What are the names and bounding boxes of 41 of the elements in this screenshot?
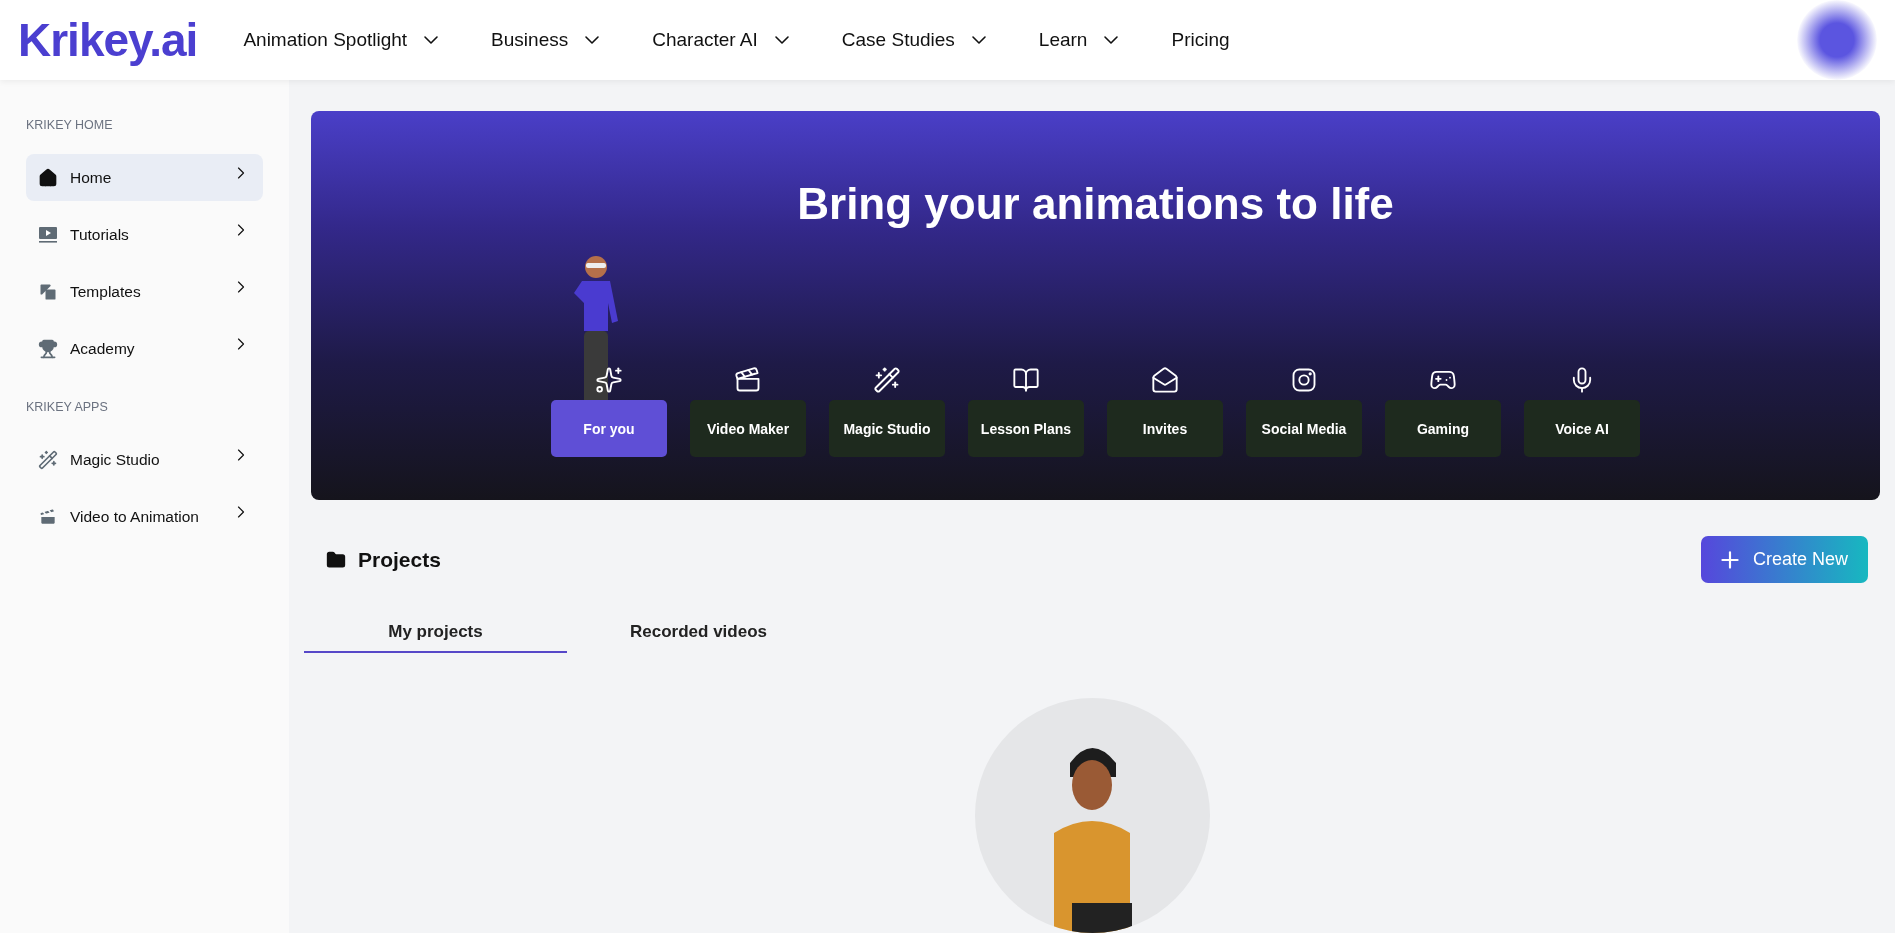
magic-wand-icon: [38, 449, 58, 470]
banner-title: Bring your animations to life: [797, 179, 1394, 229]
nav-link[interactable]: Learn: [1038, 28, 1124, 52]
clapperboard-icon: [734, 366, 762, 394]
copy-icon: [38, 281, 58, 302]
category-button[interactable]: Magic Studio: [829, 400, 945, 457]
section-title: Projects: [358, 547, 441, 572]
envelope-icon: [1151, 366, 1179, 394]
sidebar-item[interactable]: Home: [26, 154, 263, 201]
nav-link[interactable]: Pricing: [1171, 29, 1230, 51]
tab[interactable]: My projects: [304, 613, 567, 653]
sidebar-item[interactable]: Templates: [26, 268, 263, 315]
nav-link[interactable]: Character AI: [652, 28, 794, 52]
nav-link[interactable]: Business: [491, 28, 605, 52]
sidebar-item[interactable]: Magic Studio: [26, 436, 263, 483]
category-button[interactable]: Lesson Plans: [968, 400, 1084, 457]
section-heading: KRIKEY HOME: [26, 118, 114, 132]
sidebar-item[interactable]: Tutorials: [26, 211, 263, 258]
category-button[interactable]: Invites: [1107, 400, 1223, 457]
tab[interactable]: Recorded videos: [567, 613, 830, 653]
nav-link[interactable]: Animation Spotlight: [243, 28, 444, 52]
nav-link[interactable]: Case Studies: [841, 28, 991, 52]
category-button[interactable]: Gaming: [1385, 400, 1501, 457]
logo[interactable]: Krikey.ai: [18, 13, 198, 67]
section-heading: KRIKEY APPS: [26, 400, 109, 414]
folder-icon: [326, 549, 346, 570]
home-icon: [38, 167, 58, 188]
book-icon: [1012, 366, 1040, 394]
sparkles-icon: [595, 366, 623, 394]
clapperboard-icon: [38, 506, 58, 527]
category-button[interactable]: Video Maker: [690, 400, 806, 457]
create-new-button[interactable]: Create New: [1700, 536, 1868, 583]
camera-icon: [1290, 366, 1318, 394]
trophy-icon: [38, 338, 58, 359]
sidebar-item[interactable]: Academy: [26, 325, 263, 372]
video-player-icon: [38, 224, 58, 245]
sidebar-item[interactable]: Video to Animation: [26, 493, 263, 540]
category-button[interactable]: Voice AI: [1524, 400, 1640, 457]
magic-wand-icon: [873, 366, 901, 394]
category-button[interactable]: For you: [551, 400, 667, 457]
category-button[interactable]: Social Media: [1246, 400, 1362, 457]
